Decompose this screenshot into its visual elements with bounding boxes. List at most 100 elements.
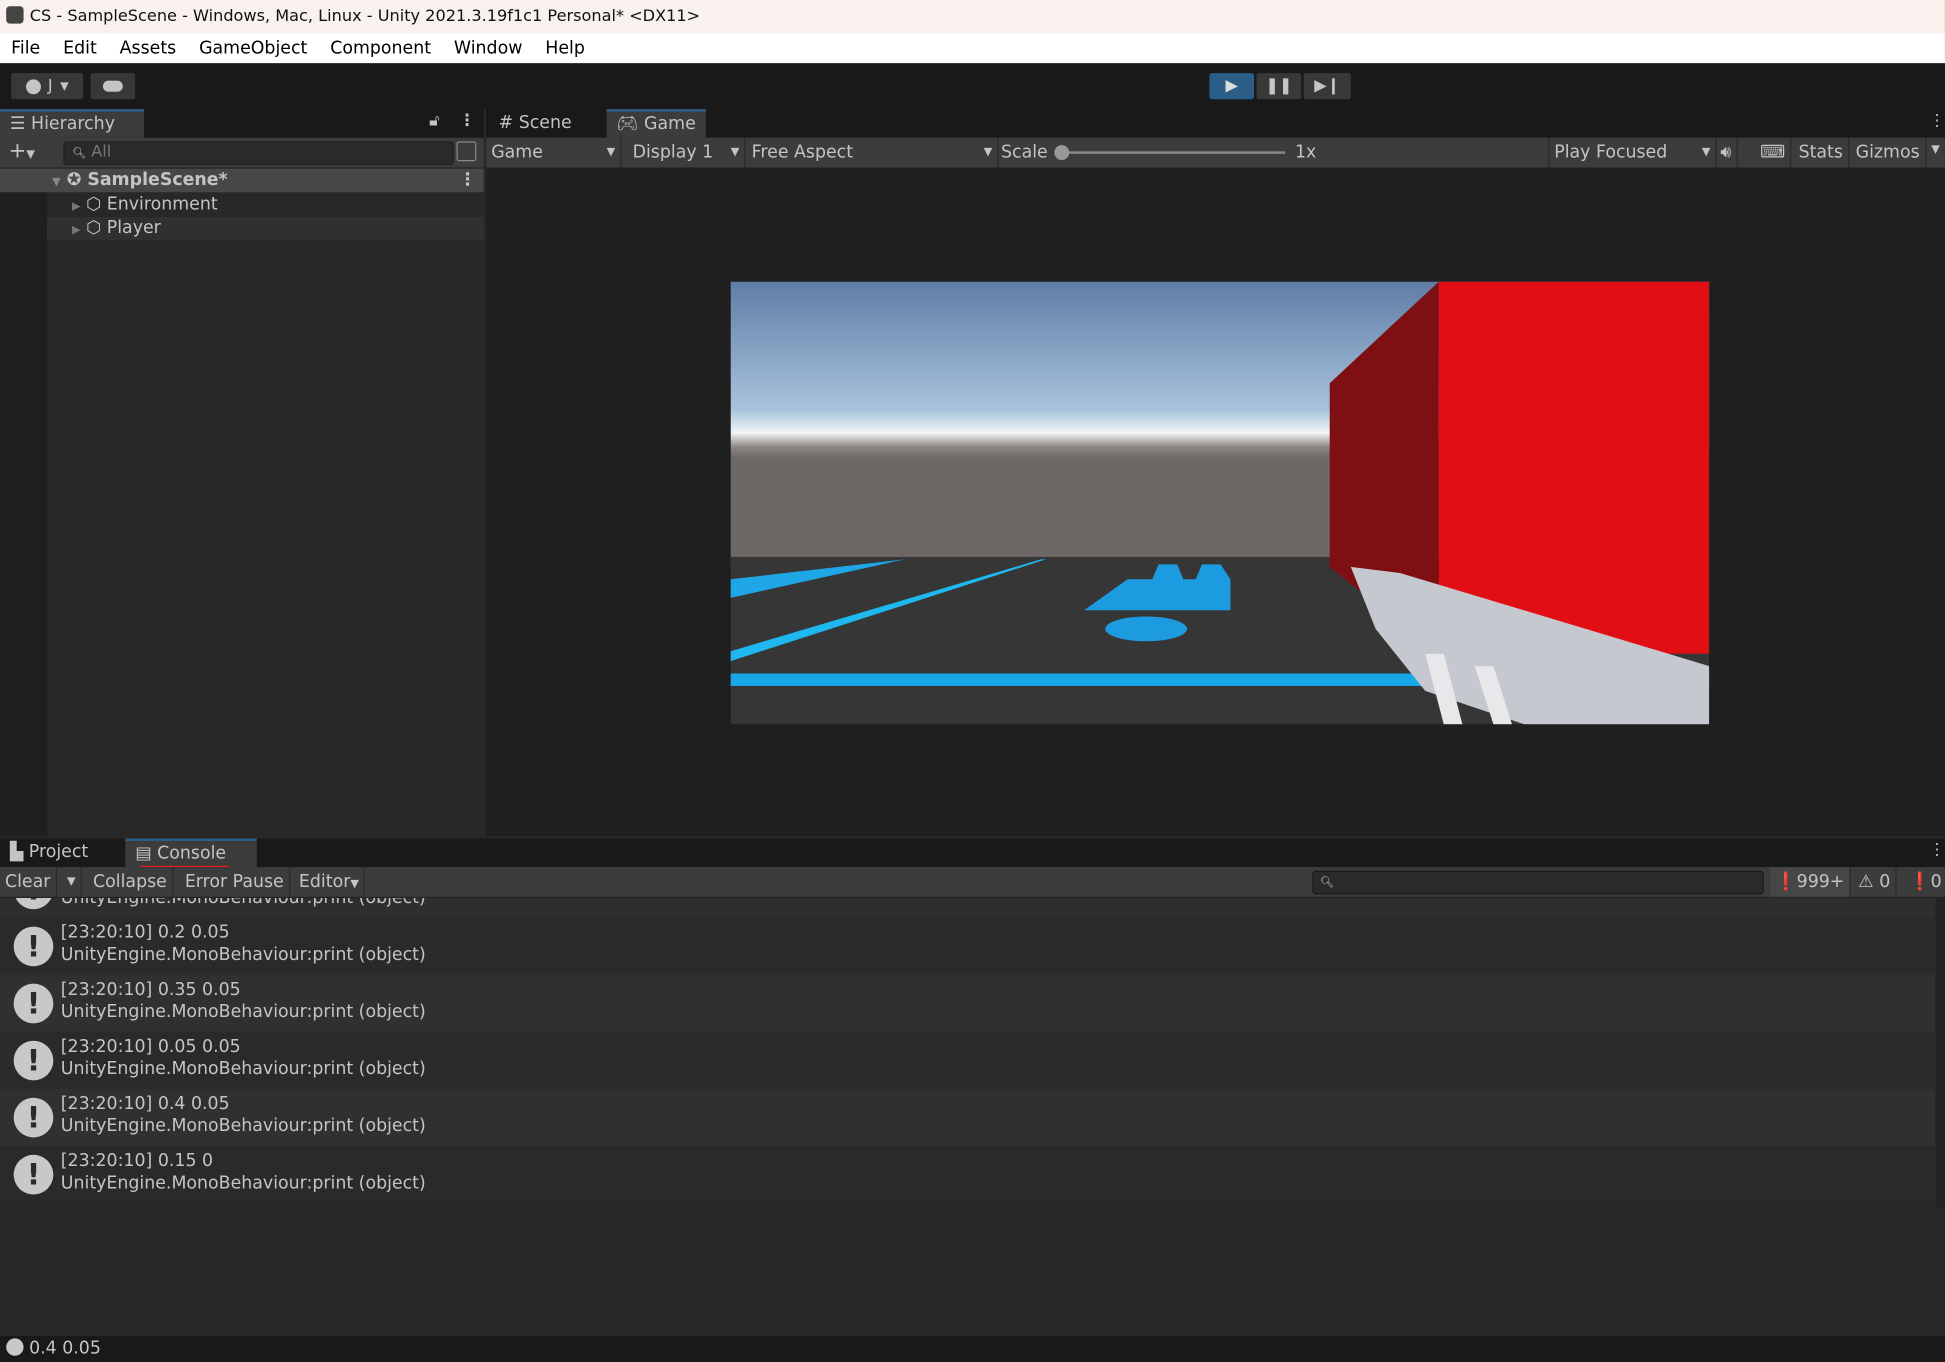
log-filter-toggle[interactable]: ❗999+ [1770,867,1851,897]
game-viewport[interactable] [730,281,1710,725]
log-list[interactable]: ! UnityEngine.MonoBehaviour:print (object… [0,898,1936,1208]
chevron-down-icon: ▼ [1701,146,1711,159]
log-entry[interactable]: ! [23:20:10] 0.35 0.05 UnityEngine.MonoBeh… [0,974,1936,1033]
tab-project[interactable]: ▙ Project [0,839,98,868]
window-title: CS - SampleScene - Windows, Mac, Linux -… [29,7,701,27]
scale-slider[interactable] [1054,145,1286,161]
info-icon: ! [13,926,54,967]
tab-hierarchy[interactable]: ☰ Hierarchy [0,109,144,138]
account-button[interactable]: J ▼ [11,73,84,100]
dropdown-value: Game [491,142,543,163]
clear-options-dropdown[interactable]: ▼ [62,867,82,897]
console-search-input[interactable]: 🔍︎ [1312,870,1764,895]
warning-filter-toggle[interactable]: ⚠ 0 [1853,867,1897,897]
collapse-toggle[interactable]: Collapse [88,867,174,897]
error-filter-toggle[interactable]: ❗0 [1904,867,1945,897]
game-panel: # Scene 🎮︎ Game ⋮ Game ▼ Display 1 ▼ Free … [486,109,1945,837]
dropdown-value: Display 1 [632,142,714,163]
status-bar: 0.4 0.05 [0,1335,1945,1362]
dropdown-value: Editor [298,872,351,892]
more-menu-icon[interactable]: ⋮ [1929,112,1945,131]
log-stack: UnityEngine.MonoBehaviour:print (object) [60,898,426,908]
step-button[interactable]: ▶❙ [1303,73,1351,100]
log-message: [23:20:10] 0.4 0.05 [60,1094,230,1114]
log-entry[interactable]: ! [23:20:10] 0.15 0 UnityEngine.MonoBehavi… [0,1146,1936,1204]
mute-audio-button[interactable]: 🔊︎ [1715,137,1738,168]
log-scrollbar[interactable] [1936,898,1945,1209]
scale-slider-thumb[interactable] [1054,145,1070,161]
user-icon [25,78,41,94]
expand-arrow-icon[interactable]: ▼ [52,176,61,188]
gizmos-button[interactable]: Gizmos [1851,137,1926,168]
gizmos-dropdown-icon[interactable]: ▼ [1931,144,1940,156]
expand-arrow-icon[interactable]: ▶ [72,225,81,237]
hierarchy-item[interactable]: ▶ ⬡ Environment [47,194,484,218]
game-render-image [730,281,1710,725]
log-entry[interactable]: ! UnityEngine.MonoBehaviour:print (object… [0,898,1936,918]
menu-file[interactable]: File [11,38,40,58]
game-mode-dropdown[interactable]: Game ▼ [486,137,622,168]
more-menu-icon[interactable]: ⋮ [1929,841,1945,860]
log-entry[interactable]: ! [23:20:10] 0.05 0.05 UnityEngine.MonoBeh… [0,1032,1936,1090]
error-icon: ❗ [1908,872,1931,892]
log-entry[interactable]: ! [23:20:10] 0.4 0.05 UnityEngine.MonoBeha… [0,1089,1936,1147]
tab-label: Hierarchy [31,114,115,134]
editor-dropdown[interactable]: Editor▼ [294,867,366,897]
scale-value: 1x [1294,142,1317,163]
lock-icon[interactable]: 🔓︎ [429,112,439,131]
keyboard-icon: ⌨︎ [1760,142,1786,163]
info-icon: ! [13,1040,54,1081]
unity-logo-icon [6,6,24,24]
cloud-button[interactable] [90,73,136,100]
hierarchy-item[interactable]: ▶ ⬡ Player [47,217,484,241]
menu-component[interactable]: Component [330,38,431,58]
tab-console[interactable]: ▤ Console [125,838,257,870]
log-stack: UnityEngine.MonoBehaviour:print (object) [60,1173,426,1194]
menu-help[interactable]: Help [545,38,585,58]
search-icon: 🔍︎ [1319,876,1334,890]
play-focused-dropdown[interactable]: Play Focused ▼ [1548,137,1717,168]
scene-more-icon[interactable]: ⋮ [459,169,476,193]
chevron-down-icon: ▼ [730,146,740,159]
error-pause-toggle[interactable]: Error Pause [180,867,290,897]
scene-search-icon[interactable] [456,141,477,162]
grid-hash-icon: # [498,112,519,133]
log-stack: UnityEngine.MonoBehaviour:print (object) [60,1059,426,1080]
menu-edit[interactable]: Edit [63,38,97,58]
menu-gameobject[interactable]: GameObject [199,38,307,58]
search-icon: 🔍︎ [71,147,87,161]
pause-button[interactable]: ❚❚ [1256,73,1302,100]
more-menu-icon[interactable]: ⋮ [459,112,475,131]
status-message[interactable]: 0.4 0.05 [29,1338,101,1358]
console-icon: ▤ [135,843,158,864]
main-toolbar: J ▼ ▶ ❚❚ ▶❙ [0,63,1945,110]
chevron-down-icon: ▼ [350,878,359,891]
shortcuts-button[interactable]: ⌨︎ [1755,137,1792,168]
hierarchy-search-input[interactable]: 🔍︎ All [63,141,454,165]
info-icon: ! [13,898,54,910]
info-icon: ! [13,1097,54,1138]
info-icon: ! [13,1154,54,1195]
title-bar: CS - SampleScene - Windows, Mac, Linux -… [0,0,1945,34]
play-icon: ▶ [1225,76,1238,96]
log-stack: UnityEngine.MonoBehaviour:print (object) [60,945,426,966]
play-button[interactable]: ▶ [1209,73,1255,100]
tab-scene[interactable]: # Scene [489,109,582,138]
menu-assets[interactable]: Assets [120,38,177,58]
stats-button[interactable]: Stats [1794,137,1850,168]
log-stack: UnityEngine.MonoBehaviour:print (object) [60,1116,426,1137]
add-button[interactable]: +▼ [9,139,35,164]
clear-button[interactable]: Clear [0,867,57,897]
log-message: [23:20:10] 0.05 0.05 [60,1036,241,1057]
expand-arrow-icon[interactable]: ▶ [72,201,81,213]
tab-label: Project [28,842,89,863]
tab-game[interactable]: 🎮︎ Game [606,109,706,138]
display-dropdown[interactable]: Display 1 ▼ [628,137,746,168]
scale-label: Scale [1001,142,1048,163]
log-entry[interactable]: ! [23:20:10] 0.2 0.05 UnityEngine.MonoBeha… [0,917,1936,975]
step-icon: ▶❙ [1314,76,1341,96]
item-label: Player [106,218,161,239]
scene-row[interactable]: ▼ ✪ SampleScene* ⋮ [0,168,484,193]
aspect-dropdown[interactable]: Free Aspect ▼ [747,137,999,168]
menu-window[interactable]: Window [454,38,522,58]
